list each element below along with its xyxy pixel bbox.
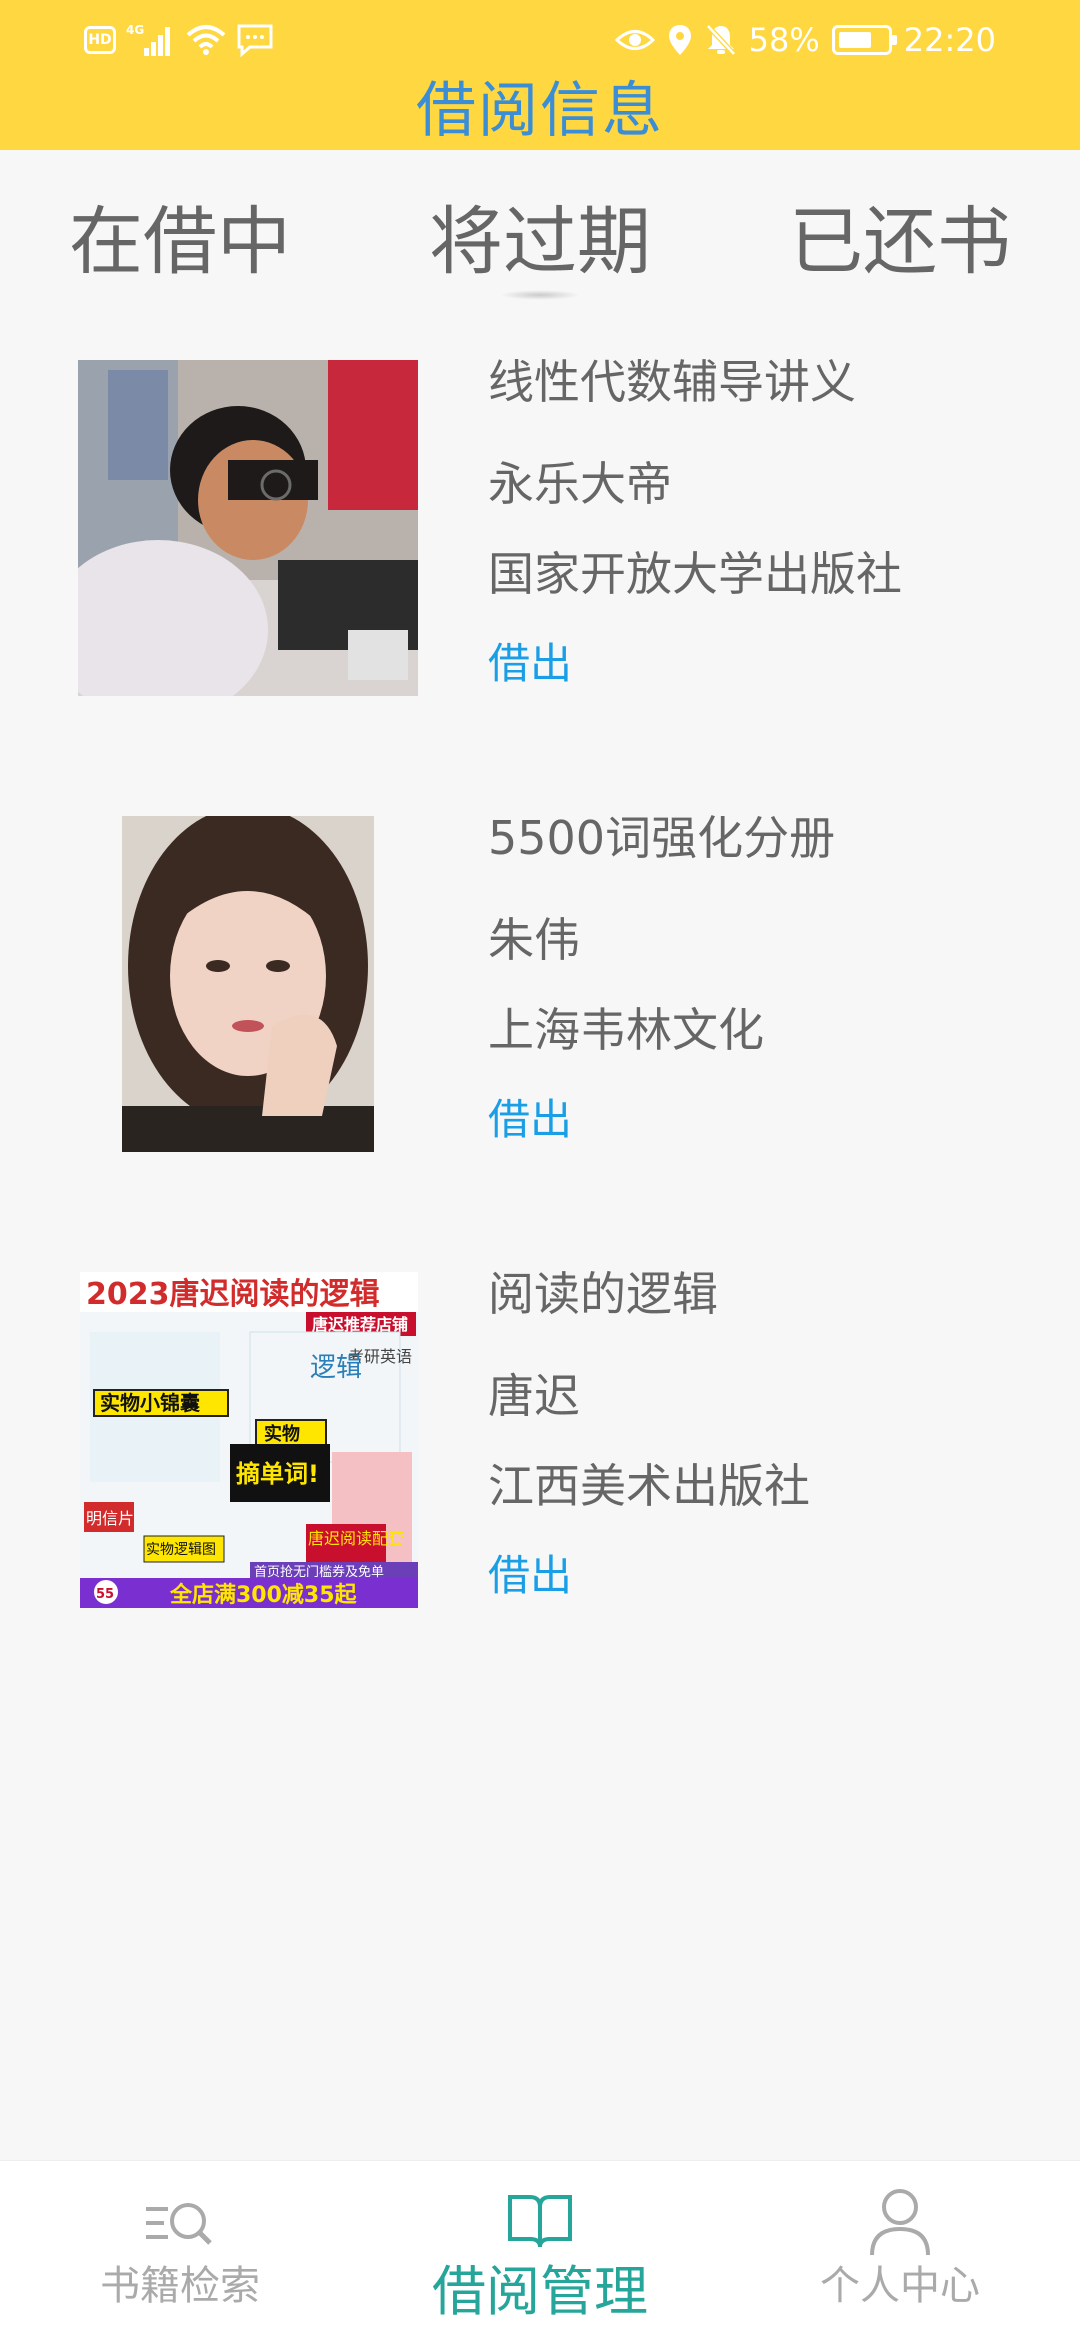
product-ad-cover: 2023唐迟阅读的逻辑 唐迟推荐店铺 考研英语 逻辑 实物小锦囊 实物 摘单词!… [80, 1272, 418, 1608]
list-item[interactable]: 2023唐迟阅读的逻辑 唐迟推荐店铺 考研英语 逻辑 实物小锦囊 实物 摘单词!… [0, 1267, 1080, 1610]
ad-promo-1: 首页抢无门槛券及免单 [254, 1564, 384, 1580]
nav-borrow-management[interactable]: 借阅管理 [360, 2161, 720, 2340]
hd-icon: HD [84, 26, 116, 54]
wifi-icon [186, 20, 226, 60]
status-left: HD 4G [84, 20, 274, 60]
person-icon [860, 2181, 940, 2261]
list-item[interactable]: 线性代数辅导讲义 永乐大帝 国家开放大学出版社 借出 [0, 355, 1080, 698]
book-publisher: 国家开放大学出版社 [488, 547, 902, 601]
book-cover [78, 360, 418, 696]
battery-percent: 58% [748, 21, 820, 59]
app-root: HD 4G 58% 22:20 借阅信息 在借中 将过期 已还书 线性代数辅导讲… [0, 0, 1080, 2340]
tab-bar: 在借中 将过期 已还书 [0, 150, 1080, 310]
book-title: 阅读的逻辑 [488, 1267, 718, 1321]
book-publisher: 江西美术出版社 [488, 1459, 810, 1513]
tab-returned[interactable]: 已还书 [720, 182, 1080, 285]
book-author: 永乐大帝 [488, 457, 672, 511]
bottom-nav: 书籍检索 借阅管理 个人中心 [0, 2160, 1080, 2340]
mute-icon [705, 20, 737, 60]
battery-icon [831, 20, 897, 60]
nav-label: 借阅管理 [432, 2260, 648, 2323]
nav-label: 个人中心 [820, 2263, 980, 2309]
location-icon [667, 20, 693, 60]
ad-promo-3: 唐迟阅读配套 [308, 1529, 404, 1548]
ad-promo-2: 全店满300减35起 [169, 1582, 358, 1608]
ad-badge: 55 [96, 1587, 114, 1602]
ad-sticker-3: 摘单词! [236, 1460, 319, 1488]
book-author: 朱伟 [488, 913, 580, 967]
borrow-link[interactable]: 借出 [488, 1542, 572, 1603]
photo-man-cover [78, 360, 418, 696]
book-cover: 2023唐迟阅读的逻辑 唐迟推荐店铺 考研英语 逻辑 实物小锦囊 实物 摘单词!… [80, 1272, 418, 1608]
book-author: 唐迟 [488, 1369, 580, 1423]
photo-woman-cover [122, 816, 374, 1152]
ad-card: 明信片 [86, 1509, 134, 1528]
status-right: 58% 22:20 [614, 20, 996, 60]
borrow-link[interactable]: 借出 [488, 1086, 572, 1147]
message-icon [236, 20, 274, 60]
ad-map: 实物逻辑图 [146, 1542, 216, 1558]
book-cover [122, 816, 374, 1152]
signal-icon: 4G [126, 20, 176, 60]
book-title: 线性代数辅导讲义 [488, 355, 856, 409]
header: HD 4G 58% 22:20 借阅信息 [0, 0, 1080, 150]
borrow-link[interactable]: 借出 [488, 630, 572, 691]
tab-borrowing[interactable]: 在借中 [0, 182, 360, 285]
nav-label: 书籍检索 [100, 2263, 260, 2309]
page-title: 借阅信息 [416, 76, 664, 146]
ad-sticker-2: 实物 [264, 1423, 300, 1445]
book-title: 5500词强化分册 [488, 811, 836, 865]
list-item[interactable]: 5500词强化分册 朱伟 上海韦林文化 借出 [0, 811, 1080, 1154]
ad-store: 唐迟推荐店铺 [312, 1315, 408, 1334]
svg-text:4G: 4G [126, 23, 144, 37]
nav-personal-center[interactable]: 个人中心 [720, 2161, 1080, 2340]
ad-book-title: 逻辑 [310, 1353, 362, 1383]
clock: 22:20 [903, 21, 996, 59]
tab-expiring[interactable]: 将过期 [360, 182, 720, 285]
ad-headline: 2023唐迟阅读的逻辑 [86, 1277, 380, 1312]
nav-book-search[interactable]: 书籍检索 [0, 2161, 360, 2340]
tab-indicator [500, 290, 580, 300]
book-publisher: 上海韦林文化 [488, 1003, 764, 1057]
eye-icon [614, 20, 655, 60]
ad-sticker-1: 实物小锦囊 [100, 1391, 200, 1415]
search-list-icon [140, 2181, 220, 2261]
